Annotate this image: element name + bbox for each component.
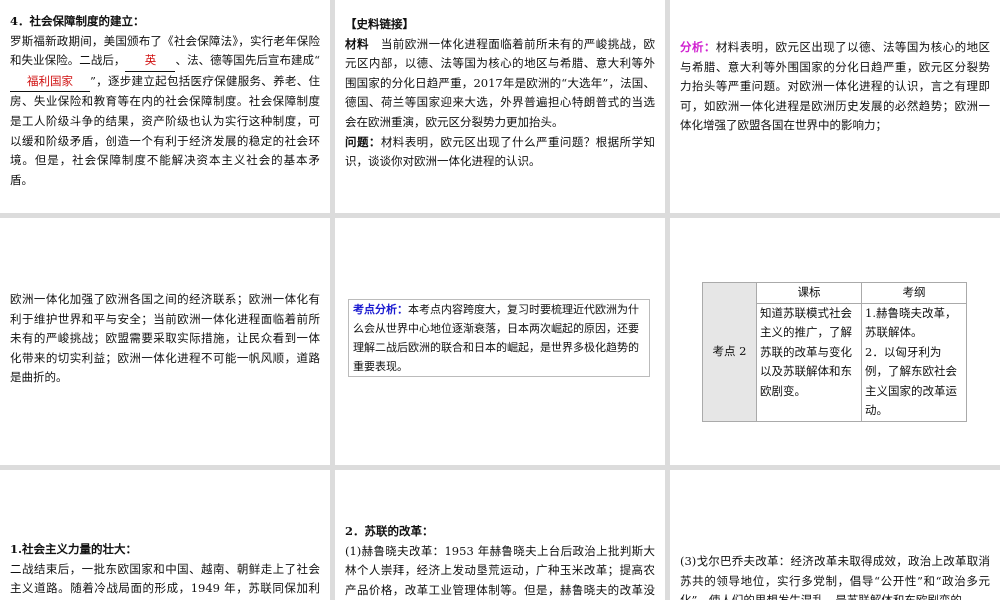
material-label: 材料 bbox=[345, 36, 369, 51]
syllabus-cell: 1.赫鲁晓夫改革，苏联解体。 2．以匈牙利为例，了解东欧社会主义国家的改革运动。 bbox=[861, 302, 967, 422]
syllabus-item: 2．以匈牙利为例，了解东欧社会主义国家的改革运动。 bbox=[865, 344, 957, 418]
section-title: 2．苏联的改革： bbox=[345, 524, 434, 538]
key-point-label: 考点分析： bbox=[353, 303, 408, 316]
slide-socialism-growth: 1.社会主义力量的壮大： 二战结束后，一批东欧国家和中国、越南、朝鲜走上了社会主… bbox=[0, 470, 330, 600]
slide-text: 1.社会主义力量的壮大： 二战结束后，一批东欧国家和中国、越南、朝鲜走上了社会主… bbox=[10, 540, 320, 600]
question-text: 材料表明，欧元区出现了什么严重问题？根据所学知识，谈谈你对欧洲一体化进程的认识。 bbox=[345, 134, 656, 169]
analysis-label: 分析： bbox=[680, 40, 716, 54]
analysis-box: 考点分析：本考点内容跨度大，复习时要梳理近代欧洲为什么会从世界中心地位逐渐衰落，… bbox=[348, 299, 650, 377]
material-text: 当前欧洲一体化进程面临着前所未有的严峻挑战，欧元区内部，以德、法等国为核心的地区… bbox=[345, 36, 656, 129]
body-text: (3)戈尔巴乔夫改革：经济改革未取得成效，政治上改革取消苏共的领导地位，实行多党… bbox=[680, 554, 990, 600]
curriculum-table: 考点 2 课标 考纲 知道苏联模式社会主义的推广，了解苏联的改革与变化以及苏联解… bbox=[702, 282, 967, 422]
row-label: 考点 2 bbox=[702, 282, 757, 422]
slide-text: 分析：材料表明，欧元区出现了以德、法等国为核心的地区与希腊、意大利等外围国家的分… bbox=[680, 38, 990, 136]
analysis-text: 材料表明，欧元区出现了以德、法等国为核心的地区与希腊、意大利等外围国家的分化日趋… bbox=[680, 40, 991, 133]
slide-gorbachev-reform: (3)戈尔巴乔夫改革：经济改革未取得成效，政治上改革取消苏共的领导地位，实行多党… bbox=[670, 470, 1000, 600]
question-label: 问题： bbox=[345, 134, 381, 149]
body-text: 二战结束后，一批东欧国家和中国、越南、朝鲜走上了社会主义道路。随着冷战局面的形成… bbox=[10, 561, 320, 596]
slide-text: 4．社会保障制度的建立： 罗斯福新政期间，美国颁布了《社会保障法》，实行老年保险… bbox=[10, 12, 320, 190]
section-title: 4．社会保障制度的建立： bbox=[10, 14, 145, 28]
slide-text: 2．苏联的改革： (1)赫鲁晓夫改革：1953 年赫鲁晓夫上台后政治上批判斯大林… bbox=[345, 522, 655, 600]
body-text: 、法、德等国先后宣布建成“ bbox=[175, 53, 320, 68]
slide-analysis: 分析：材料表明，欧元区出现了以德、法等国为核心的地区与希腊、意大利等外围国家的分… bbox=[670, 0, 1000, 213]
slide-social-security: 4．社会保障制度的建立： 罗斯福新政期间，美国颁布了《社会保障法》，实行老年保险… bbox=[0, 0, 330, 213]
slide-eu-integration: 欧洲一体化加强了欧洲各国之间的经济联系；欧洲一体化有利于维护世界和平与安全；当前… bbox=[0, 218, 330, 465]
slide-key-point-table: 考点 2 课标 考纲 知道苏联模式社会主义的推广，了解苏联的改革与变化以及苏联解… bbox=[670, 218, 1000, 465]
body-text: (1)赫鲁晓夫改革：1953 年赫鲁晓夫上台后政治上批判斯大林个人崇拜，经济上发… bbox=[345, 543, 655, 597]
column-header-standard: 课标 bbox=[756, 282, 862, 304]
body-text: 欧洲一体化加强了欧洲各国之间的经济联系；欧洲一体化有利于维护世界和平与安全；当前… bbox=[10, 292, 320, 385]
syllabus-item: 1.赫鲁晓夫改革，苏联解体。 bbox=[865, 305, 957, 340]
slide-soviet-reform: 2．苏联的改革： (1)赫鲁晓夫改革：1953 年赫鲁晓夫上台后政治上批判斯大林… bbox=[335, 470, 665, 600]
slide-key-point-analysis: 考点分析：本考点内容跨度大，复习时要梳理近代欧洲为什么会从世界中心地位逐渐衰落，… bbox=[335, 218, 665, 465]
slide-historical-material: 【史料链接】 材料 当前欧洲一体化进程面临着前所未有的严峻挑战，欧元区内部，以德… bbox=[335, 0, 665, 213]
section-title: 1.社会主义力量的壮大： bbox=[10, 542, 138, 556]
section-title: 【史料链接】 bbox=[345, 17, 414, 31]
column-header-syllabus: 考纲 bbox=[861, 282, 967, 304]
slide-text: 【史料链接】 材料 当前欧洲一体化进程面临着前所未有的严峻挑战，欧元区内部，以德… bbox=[345, 15, 655, 172]
answer-blank-2: 福利国家 bbox=[10, 72, 90, 93]
answer-blank-1: 英 bbox=[125, 51, 176, 72]
standard-cell: 知道苏联模式社会主义的推广，了解苏联的改革与变化以及苏联解体和东欧剧变。 bbox=[756, 302, 862, 422]
